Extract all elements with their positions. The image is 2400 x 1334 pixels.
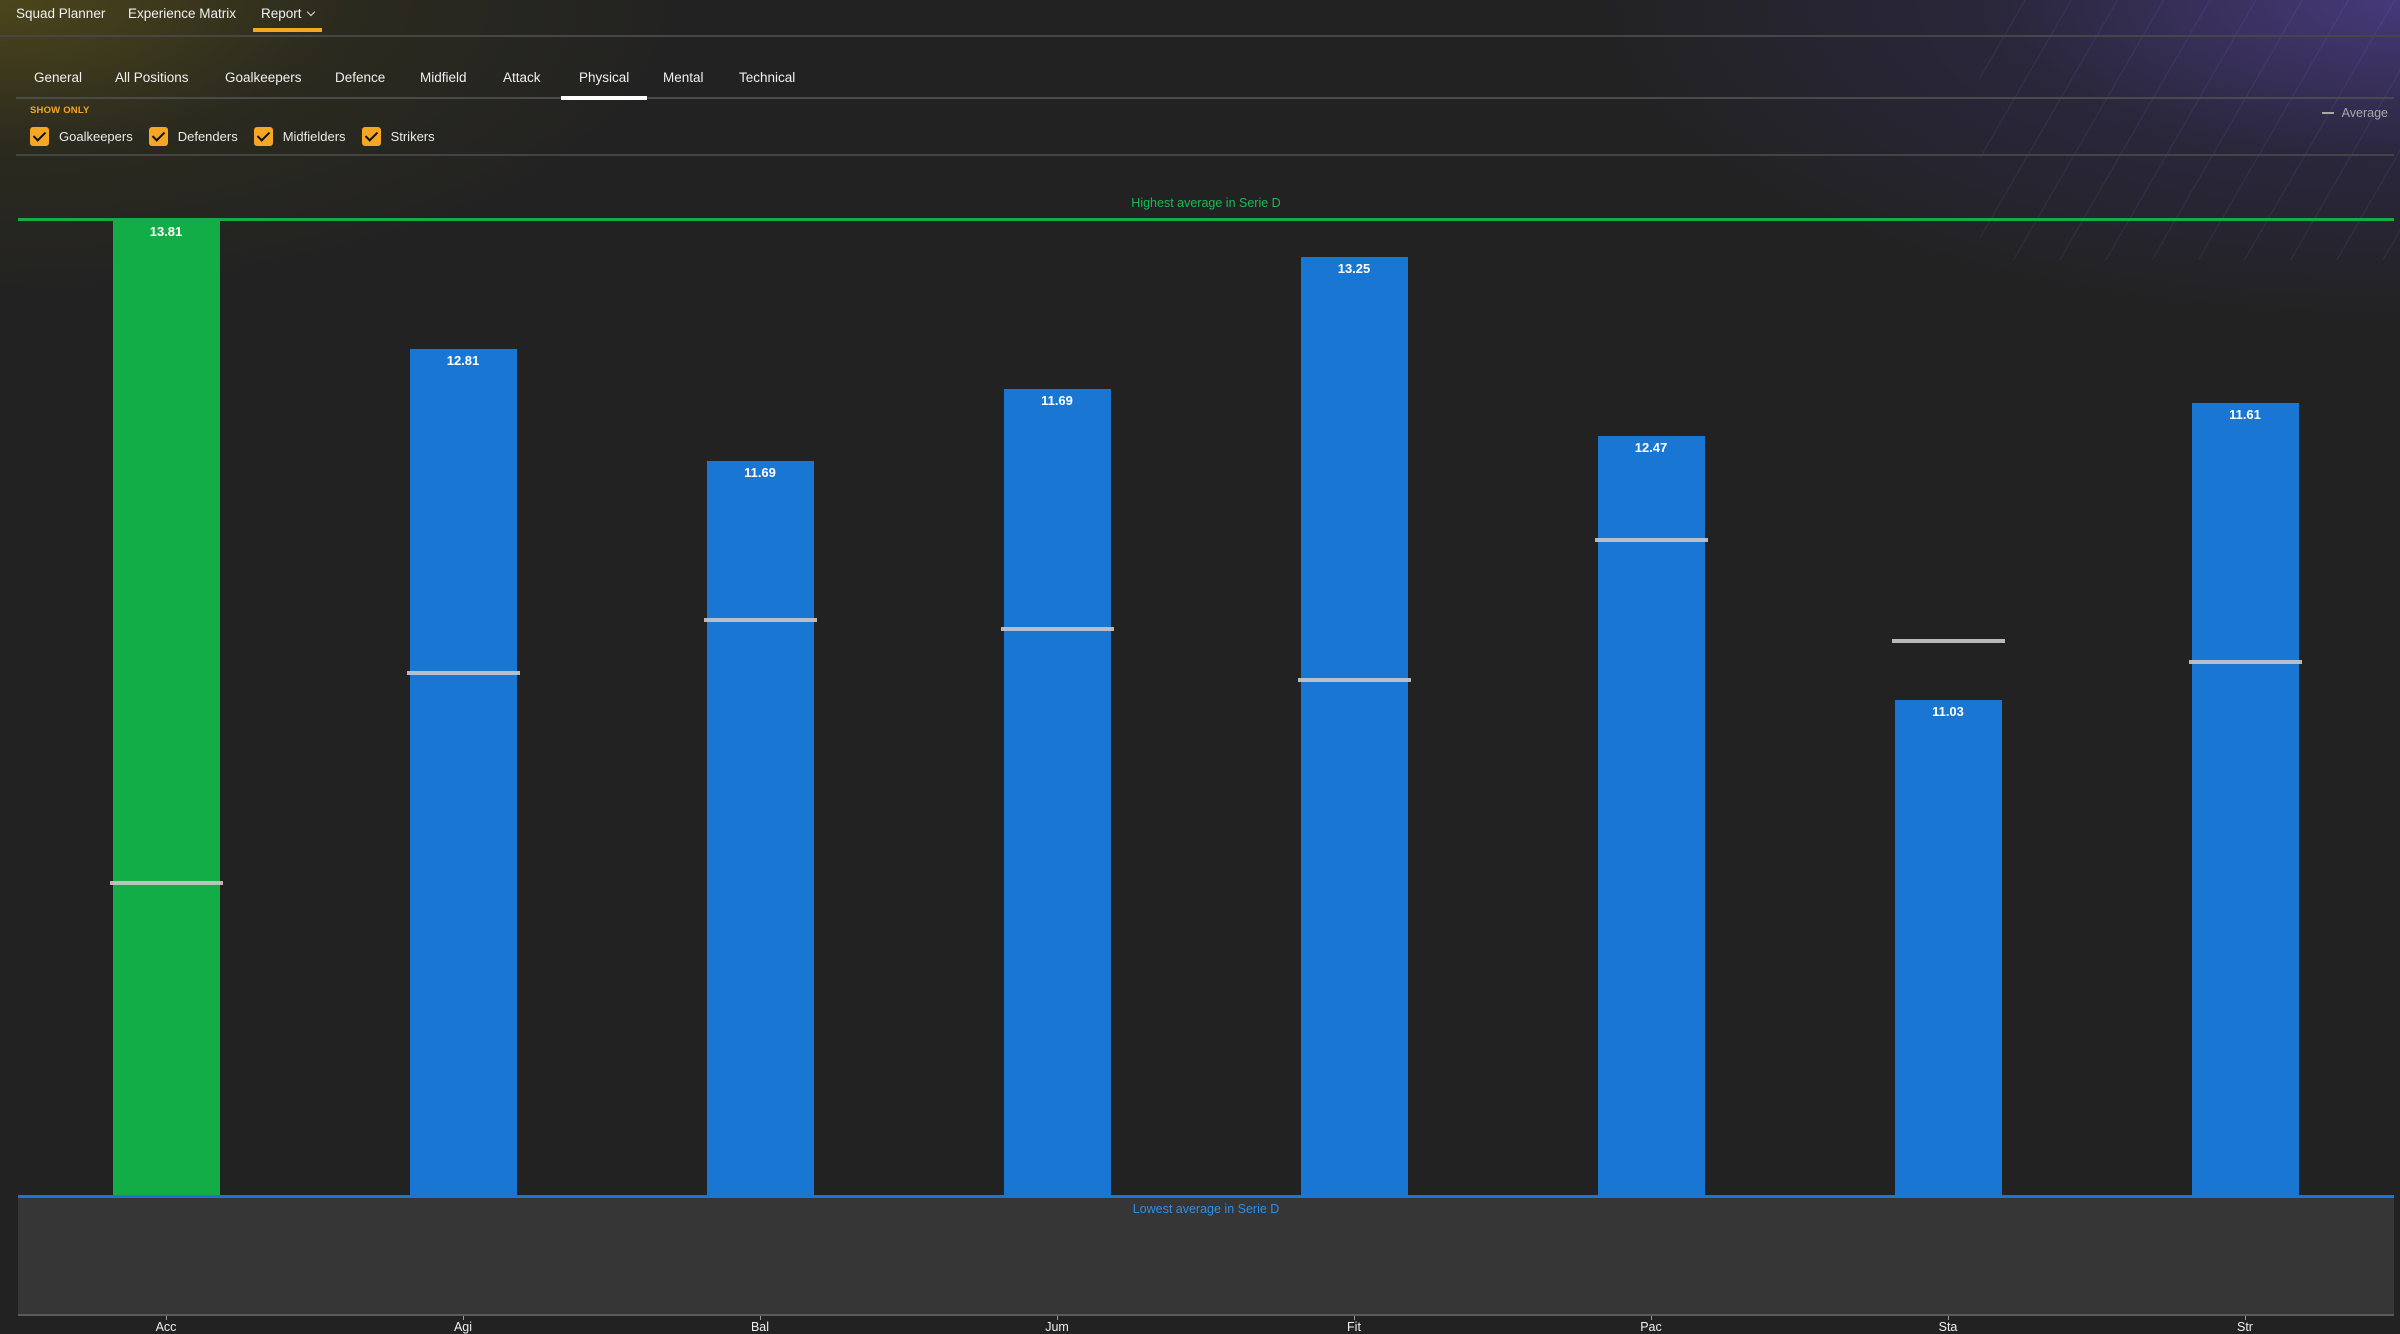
- tab-midfield[interactable]: Midfield: [420, 70, 467, 99]
- average-marker-sta: [1891, 638, 2005, 643]
- filter-strikers-label: Strikers: [390, 128, 435, 144]
- highest-average-line: [18, 218, 2394, 221]
- physical-attributes-chart: Highest average in Serie D Lowest averag…: [18, 190, 2394, 1334]
- bar-value-label: 11.61: [2229, 407, 2261, 423]
- nav-experience-matrix[interactable]: Experience Matrix: [128, 6, 236, 36]
- bar-agi[interactable]: 12.81: [409, 348, 517, 1196]
- average-marker-pac: [1594, 538, 1708, 543]
- filter-defenders[interactable]: Defenders: [148, 126, 238, 146]
- checkbox-checked-icon[interactable]: [30, 126, 49, 146]
- tab-defence-label: Defence: [335, 70, 386, 85]
- x-axis-label-agi: Agi: [453, 1320, 473, 1334]
- legend-average-label: Average: [2341, 106, 2388, 120]
- bar-value-label: 13.25: [1337, 261, 1371, 277]
- nav-report-label: Report: [261, 6, 302, 21]
- show-only-heading: SHOW ONLY: [30, 105, 90, 116]
- highest-average-label: Highest average in Serie D: [1131, 196, 1281, 210]
- bar-value-label: 12.47: [1634, 439, 1668, 455]
- bar-fit[interactable]: 13.25: [1300, 257, 1408, 1196]
- nav-report[interactable]: Report: [253, 6, 321, 36]
- tab-all-positions[interactable]: All Positions: [115, 70, 189, 99]
- average-marker-jum: [1000, 626, 1114, 631]
- nav-squad-planner-label: Squad Planner: [16, 6, 106, 21]
- checkbox-checked-icon[interactable]: [361, 126, 381, 146]
- filter-midfielders-label: Midfielders: [282, 128, 346, 144]
- x-axis-label-pac: Pac: [1640, 1320, 1662, 1334]
- nav-experience-matrix-label: Experience Matrix: [128, 6, 237, 21]
- chart-legend: Average: [2321, 106, 2388, 120]
- average-marker-acc: [109, 880, 223, 885]
- tab-goalkeepers-label: Goalkeepers: [225, 70, 302, 85]
- divider: [16, 154, 2394, 156]
- tab-all-positions-label: All Positions: [115, 70, 189, 85]
- x-axis-line: [18, 1314, 2394, 1316]
- x-axis-label-fit: Fit: [1347, 1320, 1361, 1334]
- average-marker-agi: [406, 670, 520, 675]
- chevron-down-icon: [306, 7, 315, 17]
- checkbox-checked-icon[interactable]: [253, 126, 273, 146]
- bar-pac[interactable]: 12.47: [1597, 435, 1705, 1196]
- tab-general[interactable]: General: [34, 70, 82, 99]
- lowest-average-label: Lowest average in Serie D: [1132, 1202, 1280, 1216]
- bar-value-label: 11.03: [1932, 704, 1964, 720]
- tab-attack-label: Attack: [503, 70, 541, 85]
- x-axis-label-bal: Bal: [750, 1320, 770, 1334]
- average-marker-str: [2188, 660, 2302, 665]
- tab-midfield-label: Midfield: [420, 70, 467, 85]
- tab-goalkeepers[interactable]: Goalkeepers: [225, 70, 302, 99]
- bar-value-label: 11.69: [1041, 392, 1073, 408]
- bar-bal[interactable]: 11.69: [706, 461, 814, 1196]
- checkbox-checked-icon[interactable]: [148, 126, 168, 146]
- tab-technical[interactable]: Technical: [739, 70, 795, 99]
- tab-defence[interactable]: Defence: [335, 70, 385, 99]
- top-navigation: Squad Planner Experience Matrix Report: [0, 0, 2400, 37]
- filter-goalkeepers[interactable]: Goalkeepers: [30, 126, 133, 146]
- bar-str[interactable]: 11.61: [2191, 403, 2299, 1196]
- tab-attack[interactable]: Attack: [503, 70, 541, 99]
- filter-goalkeepers-label: Goalkeepers: [59, 128, 133, 144]
- bar-jum[interactable]: 11.69: [1003, 388, 1111, 1196]
- tab-general-label: General: [34, 70, 83, 85]
- bar-acc[interactable]: 13.81: [112, 220, 220, 1196]
- tab-physical[interactable]: Physical: [560, 70, 648, 100]
- x-axis-label-sta: Sta: [1938, 1320, 1958, 1334]
- bar-value-label: 11.69: [744, 465, 776, 481]
- nav-squad-planner[interactable]: Squad Planner: [16, 6, 105, 36]
- tab-mental[interactable]: Mental: [663, 70, 704, 99]
- tab-physical-label: Physical: [579, 70, 630, 85]
- report-tabs: General All Positions Goalkeepers Defenc…: [16, 66, 2394, 100]
- average-marker-fit: [1297, 677, 1411, 682]
- x-axis-label-jum: Jum: [1045, 1320, 1069, 1334]
- average-line-icon: [2321, 112, 2334, 114]
- bar-value-label: 12.81: [446, 352, 480, 368]
- filter-defenders-label: Defenders: [177, 128, 238, 144]
- x-axis-label-str: Str: [2237, 1320, 2253, 1334]
- tab-technical-label: Technical: [739, 70, 796, 85]
- filter-midfielders[interactable]: Midfielders: [253, 126, 346, 146]
- average-marker-bal: [703, 618, 817, 623]
- tab-mental-label: Mental: [663, 70, 704, 85]
- lowest-average-line: [18, 1195, 2394, 1198]
- bar-sta[interactable]: 11.03: [1894, 700, 2002, 1196]
- x-axis-label-acc: Acc: [155, 1320, 177, 1334]
- bar-value-label: 13.81: [149, 224, 183, 239]
- position-filters: Goalkeepers Defenders Midfielders Strike…: [30, 125, 451, 147]
- filter-strikers[interactable]: Strikers: [361, 126, 435, 146]
